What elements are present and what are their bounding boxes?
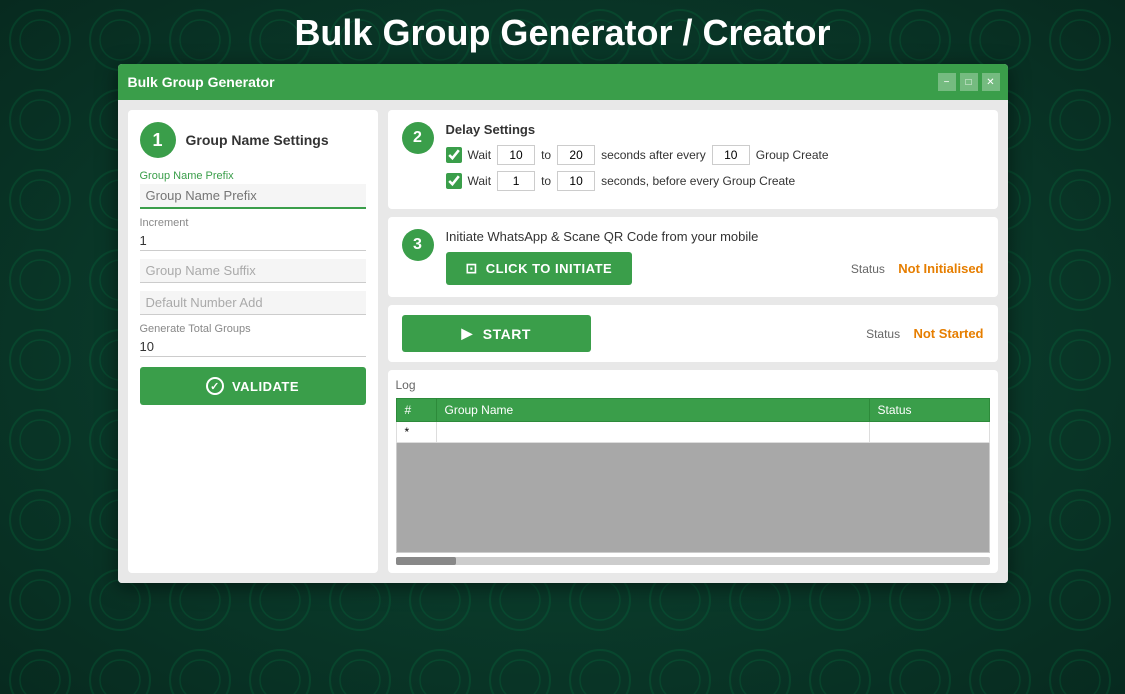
default-number-input[interactable] [140,291,366,315]
maximize-button[interactable]: □ [960,73,978,91]
total-groups-label: Generate Total Groups [140,323,366,335]
delay1-checkbox[interactable] [446,147,462,163]
log-table-header-row: # Group Name Status [396,399,989,422]
delay1-wait-label: Wait [468,148,492,162]
delay1-every-input[interactable] [712,145,750,165]
app-body: 1 Group Name Settings Group Name Prefix … [118,100,1008,583]
step3-status-area: Status Not Initialised [851,260,984,278]
log-scrollbar[interactable] [396,557,990,565]
right-panel: 2 Delay Settings Wait to seconds after e… [388,110,998,573]
log-section: Log # Group Name Status * [388,370,998,573]
start-status-value: Not Started [913,326,983,341]
increment-label: Increment [140,217,366,229]
delay1-from-input[interactable] [497,145,535,165]
log-table: # Group Name Status * [396,398,990,443]
start-label: START [483,326,531,342]
delay1-end: Group Create [756,148,829,162]
close-button[interactable]: ✕ [982,73,1000,91]
initiate-label: CLICK TO INITIATE [486,261,612,276]
log-row-id: * [396,422,436,443]
step1-header: 1 Group Name Settings [140,122,366,158]
minimize-button[interactable]: − [938,73,956,91]
initiate-button[interactable]: ⊡ CLICK TO INITIATE [446,252,633,285]
increment-field-group: Increment [140,217,366,251]
log-col-group-name: Group Name [436,399,869,422]
initiate-icon: ⊡ [466,260,478,277]
default-number-field-group [140,291,366,315]
total-groups-field-group: Generate Total Groups [140,323,366,357]
step1-circle: 1 [140,122,176,158]
delay1-suffix: seconds after every [601,148,706,162]
prefix-input[interactable] [140,184,366,209]
log-row-status [869,422,989,443]
step3-inner: 3 Initiate WhatsApp & Scane QR Code from… [402,229,984,285]
log-row-group-name [436,422,869,443]
step3-status-label: Status [851,262,885,276]
prefix-label: Group Name Prefix [140,170,366,182]
step3-circle: 3 [402,229,434,261]
delay2-from-input[interactable] [497,171,535,191]
log-col-hash: # [396,399,436,422]
total-groups-input[interactable] [140,337,366,357]
prefix-field-group: Group Name Prefix [140,170,366,209]
log-label: Log [396,378,990,392]
title-bar: Bulk Group Generator − □ ✕ [118,64,1008,100]
step2-content: Delay Settings Wait to seconds after eve… [446,122,984,197]
log-scrollbar-thumb [396,557,456,565]
validate-button[interactable]: ✓ VALIDATE [140,367,366,405]
table-row: * [396,422,989,443]
step1-title: Group Name Settings [186,132,329,148]
delay2-to-label: to [541,174,551,188]
delay1-to-label: to [541,148,551,162]
step3-status-value: Not Initialised [898,261,983,276]
app-window: Bulk Group Generator − □ ✕ 1 Group Name … [118,64,1008,583]
step2-inner: 2 Delay Settings Wait to seconds after e… [402,122,984,197]
initiate-row: ⊡ CLICK TO INITIATE Status Not Initialis… [446,252,984,285]
delay1-to-input[interactable] [557,145,595,165]
delay2-wait-label: Wait [468,174,492,188]
start-button[interactable]: ▶ START [402,315,591,352]
delay2-to-input[interactable] [557,171,595,191]
log-col-status: Status [869,399,989,422]
window-controls: − □ ✕ [938,73,1000,91]
delay-row-1: Wait to seconds after every Group Create [446,145,984,165]
start-status-label: Status [866,327,900,341]
start-status-area: Status Not Started [866,325,983,343]
play-icon: ▶ [462,325,473,342]
initiate-description: Initiate WhatsApp & Scane QR Code from y… [446,229,984,244]
delay-row-2: Wait to seconds, before every Group Crea… [446,171,984,191]
log-gray-area [396,443,990,553]
left-panel: 1 Group Name Settings Group Name Prefix … [128,110,378,573]
step2-heading: Delay Settings [446,122,984,137]
increment-input[interactable] [140,231,366,251]
step3-card: 3 Initiate WhatsApp & Scane QR Code from… [388,217,998,297]
suffix-input[interactable] [140,259,366,283]
step2-card: 2 Delay Settings Wait to seconds after e… [388,110,998,209]
window-title: Bulk Group Generator [128,74,275,90]
page-title: Bulk Group Generator / Creator [294,12,830,54]
step2-circle: 2 [402,122,434,154]
suffix-field-group [140,259,366,283]
delay2-suffix: seconds, before every Group Create [601,174,795,188]
validate-check-icon: ✓ [206,377,224,395]
validate-label: VALIDATE [232,379,299,394]
delay2-checkbox[interactable] [446,173,462,189]
log-table-wrapper: # Group Name Status * [396,398,990,553]
start-section: ▶ START Status Not Started [388,305,998,362]
step3-content: Initiate WhatsApp & Scane QR Code from y… [446,229,984,285]
